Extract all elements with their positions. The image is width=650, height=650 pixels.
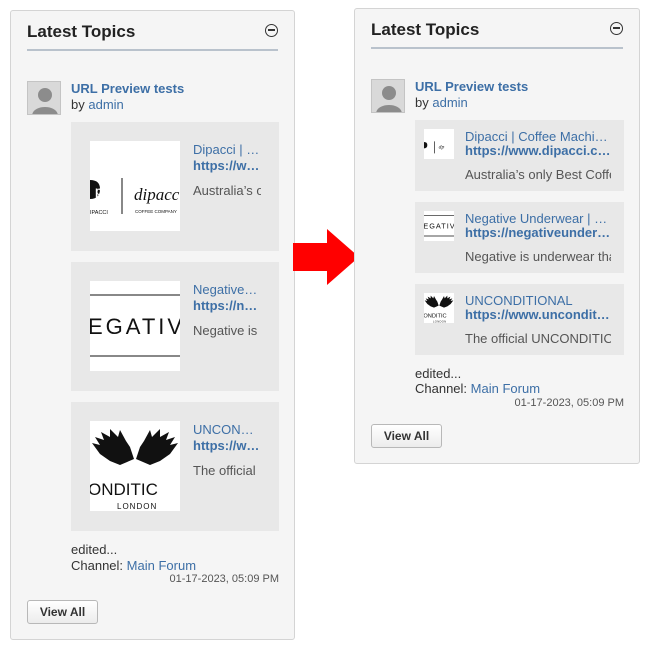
- default-user-avatar-icon[interactable]: [371, 79, 405, 113]
- svg-text:dp: dp: [439, 145, 445, 151]
- widget-header: Latest Topics: [27, 19, 278, 51]
- by-label: by: [71, 97, 85, 112]
- preview-url[interactable]: https://w…: [193, 158, 263, 173]
- logo-subtext: LONDON: [117, 502, 157, 511]
- latest-topics-widget-after: Latest Topics URL Preview tests by admin…: [354, 8, 640, 464]
- preview-title[interactable]: UNCON…: [193, 422, 263, 437]
- channel-label: Channel:: [71, 558, 124, 573]
- negative-logo: EGATIV: [90, 294, 180, 357]
- channel-link[interactable]: Main Forum: [127, 558, 196, 573]
- right-arrow-icon: [293, 229, 359, 285]
- post-date: 01-17-2023, 05:09 PM: [514, 397, 624, 409]
- preview-thumbnail-unconditional: ONDITIC LONDON: [424, 293, 454, 323]
- preview-title[interactable]: UNCONDITIONAL: [465, 293, 611, 308]
- logo-subtext: LONDON: [433, 319, 446, 323]
- preview-description: The official: [193, 463, 256, 478]
- logo-subtext: COFFEE COMPANY: [135, 209, 177, 214]
- preview-thumbnail-dipacci: dp: [424, 129, 454, 159]
- url-preview-card[interactable]: EGATIV Negative… https://n… Negative is: [71, 262, 279, 391]
- minus-circle-icon[interactable]: [610, 22, 623, 35]
- edited-note: edited...: [415, 366, 462, 381]
- topic-title-link[interactable]: URL Preview tests: [415, 79, 528, 94]
- preview-description: Negative is underwear that: [465, 249, 611, 264]
- preview-url[interactable]: https://www.unconditi…: [465, 307, 611, 322]
- logo-wordmark: ONDITIC: [424, 314, 447, 320]
- url-preview-card[interactable]: dp Dipacci | Coffee Machin… https://www.…: [415, 120, 624, 191]
- view-all-button[interactable]: View All: [27, 600, 98, 624]
- preview-thumbnail-negative: EGATIV: [424, 211, 454, 241]
- by-label: by: [415, 95, 429, 110]
- channel-link[interactable]: Main Forum: [471, 381, 540, 396]
- preview-title[interactable]: Negative Underwear | C…: [465, 211, 611, 226]
- preview-description: Australia’s only Best Coffee: [465, 167, 611, 182]
- logo-wordmark: ONDITIC: [90, 480, 158, 499]
- logo-wordmark: dipacci: [134, 185, 180, 204]
- widget-title: Latest Topics: [27, 22, 136, 41]
- wings-icon: ONDITIC LONDON: [90, 429, 178, 511]
- preview-title[interactable]: Negative…: [193, 282, 263, 297]
- preview-title[interactable]: Dipacci | …: [193, 142, 263, 157]
- logo-text-left: IPACCI: [90, 210, 108, 216]
- dipacci-logo: dp: [424, 141, 445, 154]
- url-preview-card[interactable]: EGATIV Negative Underwear | C… https://n…: [415, 202, 624, 273]
- preview-description: Negative is: [193, 323, 258, 338]
- negative-logo: EGATIV: [424, 215, 454, 237]
- edited-note: edited...: [71, 542, 118, 557]
- preview-thumbnail-unconditional: ONDITIC LONDON: [90, 421, 180, 511]
- channel-line: Channel: Main Forum: [71, 558, 196, 573]
- topic-title-link[interactable]: URL Preview tests: [71, 81, 184, 96]
- preview-url[interactable]: https://n…: [193, 298, 263, 313]
- view-all-button[interactable]: View All: [371, 424, 442, 448]
- wings-icon: ONDITIC LONDON: [424, 295, 454, 323]
- author-link[interactable]: admin: [88, 97, 123, 112]
- topic-byline: by admin: [71, 97, 124, 112]
- widget-header: Latest Topics: [371, 17, 623, 49]
- minus-circle-icon[interactable]: [265, 24, 278, 37]
- preview-url[interactable]: https://negativeunder…: [465, 225, 611, 240]
- url-preview-card[interactable]: ONDITIC LONDON UNCON… https://w… The off…: [71, 402, 279, 531]
- url-preview-card[interactable]: p IPACCI dipacci COFFEE COMPANY Dipacci …: [71, 122, 279, 251]
- svg-text:p: p: [95, 184, 102, 198]
- default-user-avatar-icon[interactable]: [27, 81, 61, 115]
- preview-title[interactable]: Dipacci | Coffee Machin…: [465, 129, 611, 144]
- preview-thumbnail-negative: EGATIV: [90, 281, 180, 371]
- preview-description: The official UNCONDITION: [465, 331, 611, 346]
- latest-topics-widget-before: Latest Topics URL Preview tests by admin…: [10, 10, 295, 640]
- post-date: 01-17-2023, 05:09 PM: [169, 573, 279, 585]
- channel-label: Channel:: [415, 381, 468, 396]
- preview-url[interactable]: https://w…: [193, 438, 263, 453]
- channel-line: Channel: Main Forum: [415, 381, 540, 396]
- author-link[interactable]: admin: [432, 95, 467, 110]
- preview-thumbnail-dipacci: p IPACCI dipacci COFFEE COMPANY: [90, 141, 180, 231]
- widget-title: Latest Topics: [371, 20, 480, 39]
- preview-description: Australia’s o: [193, 183, 261, 198]
- dipacci-logo: p IPACCI dipacci COFFEE COMPANY: [90, 178, 180, 216]
- topic-byline: by admin: [415, 95, 468, 110]
- logo-wordmark: EGATIV: [424, 222, 454, 231]
- url-preview-card[interactable]: ONDITIC LONDON UNCONDITIONAL https://www…: [415, 284, 624, 355]
- preview-url[interactable]: https://www.dipacci.co…: [465, 143, 611, 158]
- logo-wordmark: EGATIV: [90, 314, 180, 339]
